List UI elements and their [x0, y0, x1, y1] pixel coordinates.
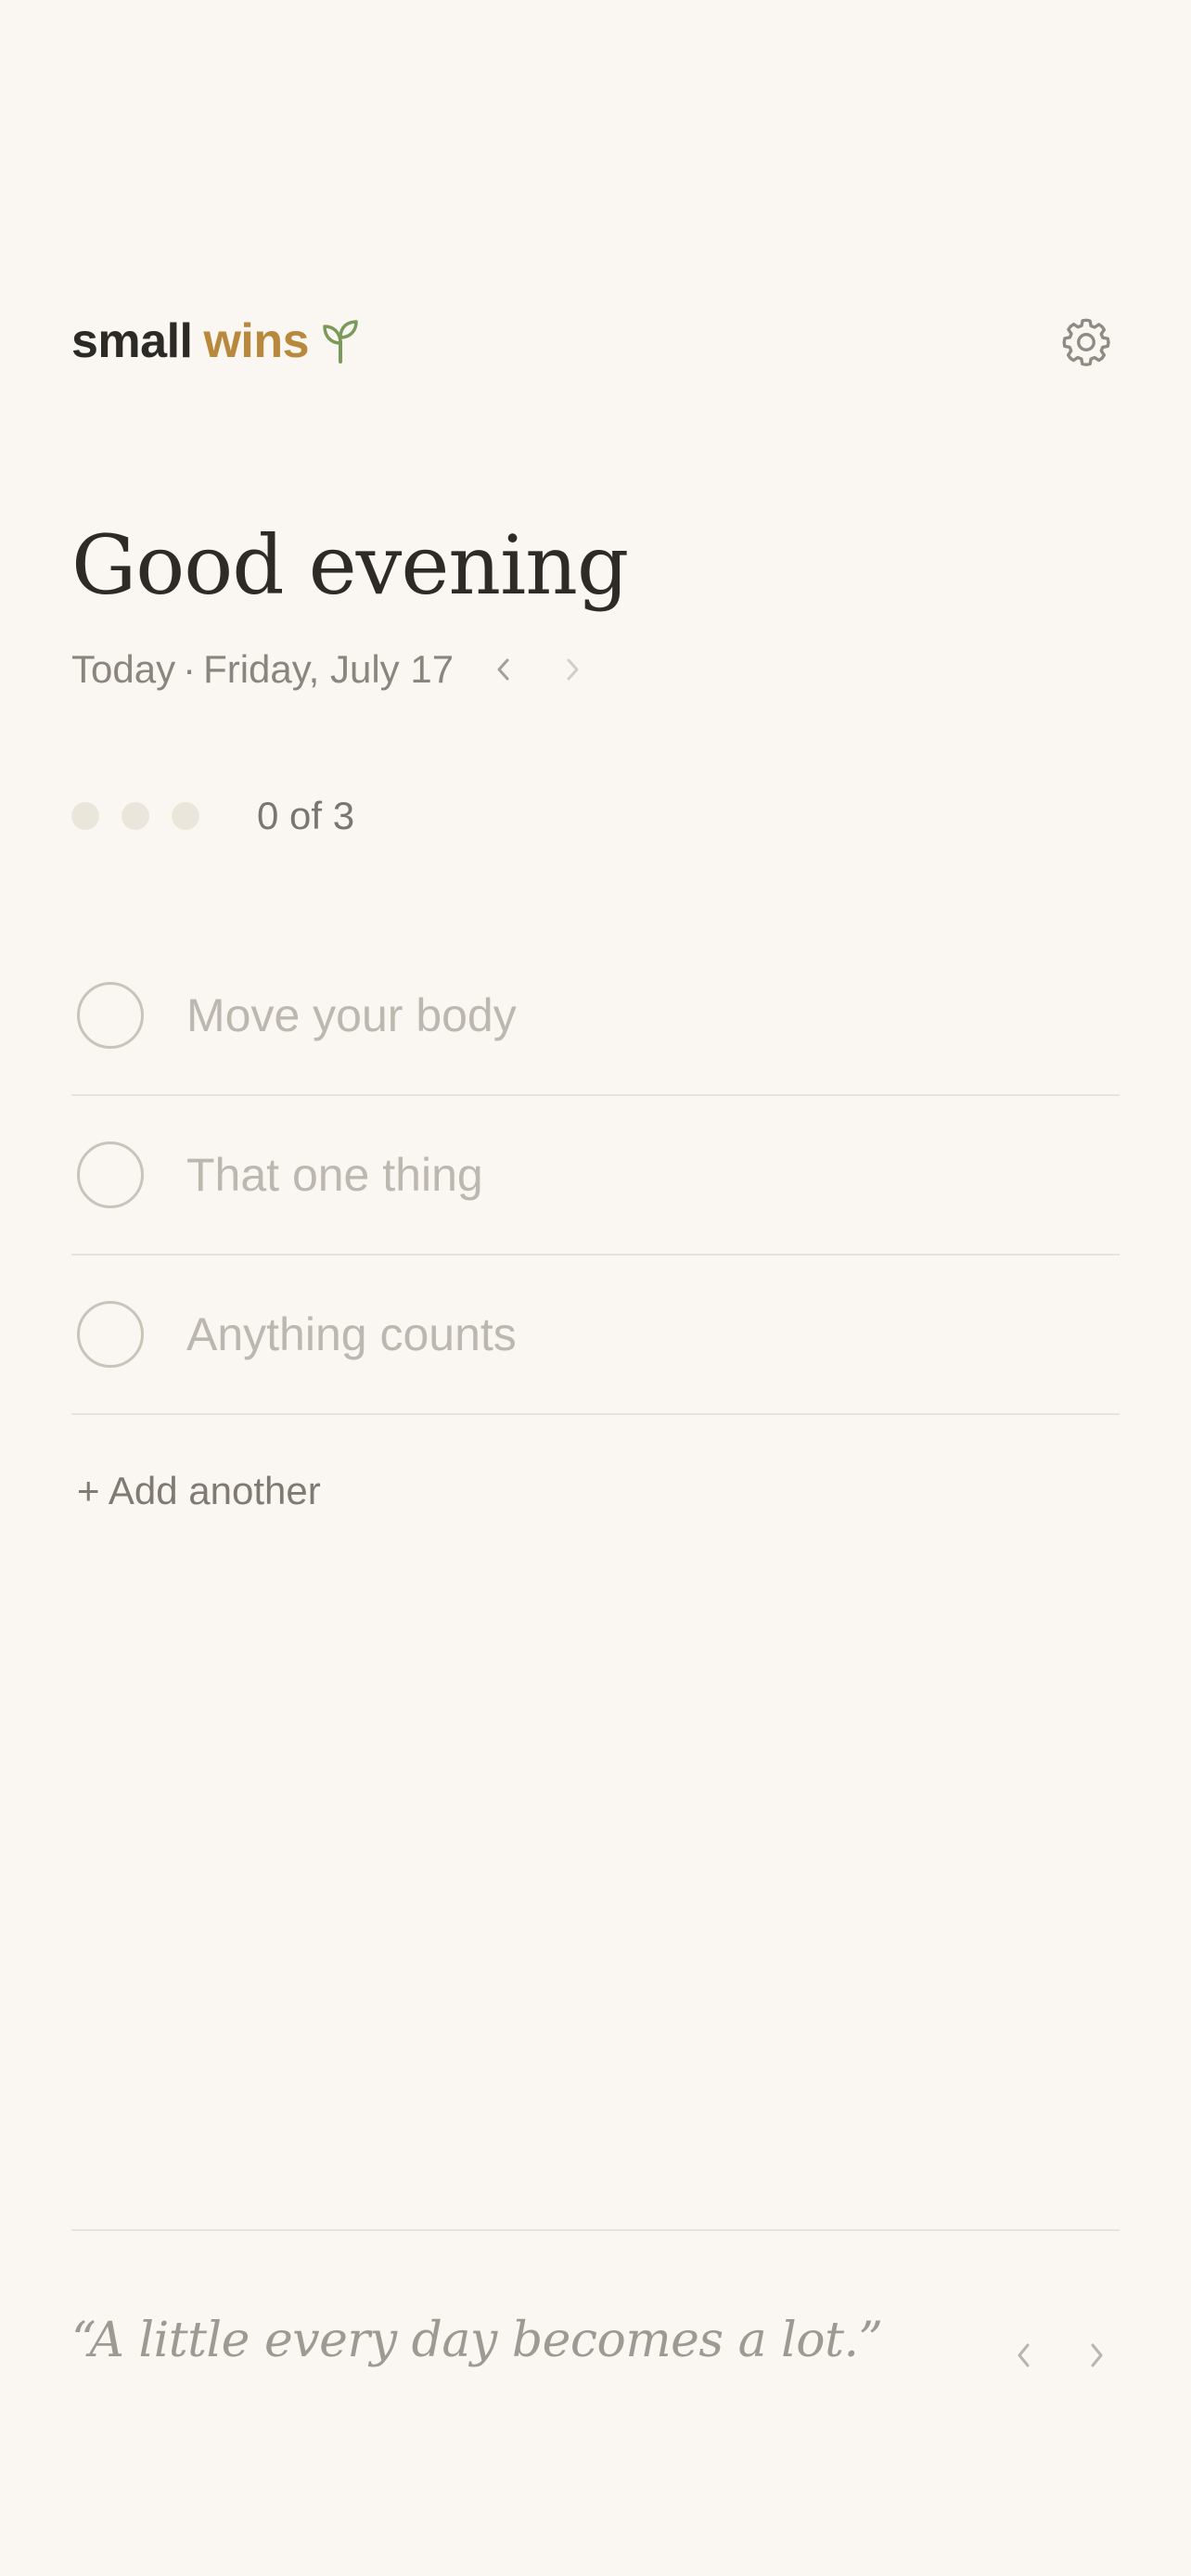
date-separator: ·: [183, 647, 197, 691]
item-placeholder[interactable]: That one thing: [186, 1148, 483, 1202]
footer-divider: [71, 2229, 1120, 2231]
date-value: Friday, July 17: [203, 647, 455, 691]
progress-indicator: 0 of 3: [71, 794, 354, 838]
item-checkbox[interactable]: [77, 1301, 144, 1368]
app-root: small wins Good evening Today · Friday, …: [0, 0, 1191, 2576]
list-item[interactable]: Anything counts: [71, 1256, 1120, 1415]
chevron-left-icon: [497, 658, 509, 681]
date-row: Today · Friday, July 17: [71, 647, 593, 692]
daily-quote: “A little every day becomes a lot.”: [71, 2313, 883, 2368]
wins-list: Move your body That one thing Anything c…: [71, 937, 1120, 1415]
sprout-icon: [323, 320, 358, 363]
list-item[interactable]: Move your body: [71, 937, 1120, 1096]
chevron-right-icon: [1091, 2343, 1103, 2367]
next-day-button[interactable]: [552, 649, 593, 690]
previous-day-button[interactable]: [483, 649, 524, 690]
item-checkbox[interactable]: [77, 982, 144, 1049]
settings-button[interactable]: [1057, 313, 1115, 371]
item-placeholder[interactable]: Move your body: [186, 988, 517, 1042]
progress-dot: [122, 802, 149, 830]
item-checkbox[interactable]: [77, 1141, 144, 1208]
date-today-label: Today: [71, 647, 176, 691]
greeting-heading: Good evening: [71, 517, 629, 613]
brand-word-small: small: [71, 314, 193, 368]
chevron-left-icon: [1018, 2343, 1030, 2367]
progress-count: 0 of 3: [257, 794, 355, 837]
next-quote-button[interactable]: [1076, 2335, 1117, 2376]
item-placeholder[interactable]: Anything counts: [186, 1307, 517, 1361]
brand-logo: small wins: [71, 313, 359, 369]
gear-icon: [1062, 318, 1110, 366]
previous-quote-button[interactable]: [1004, 2335, 1044, 2376]
add-another-button[interactable]: + Add another: [77, 1469, 321, 1513]
progress-dot: [172, 802, 199, 830]
list-item[interactable]: That one thing: [71, 1096, 1120, 1256]
chevron-right-icon: [567, 658, 579, 681]
brand-word-wins: wins: [203, 314, 310, 368]
progress-dot: [71, 802, 99, 830]
